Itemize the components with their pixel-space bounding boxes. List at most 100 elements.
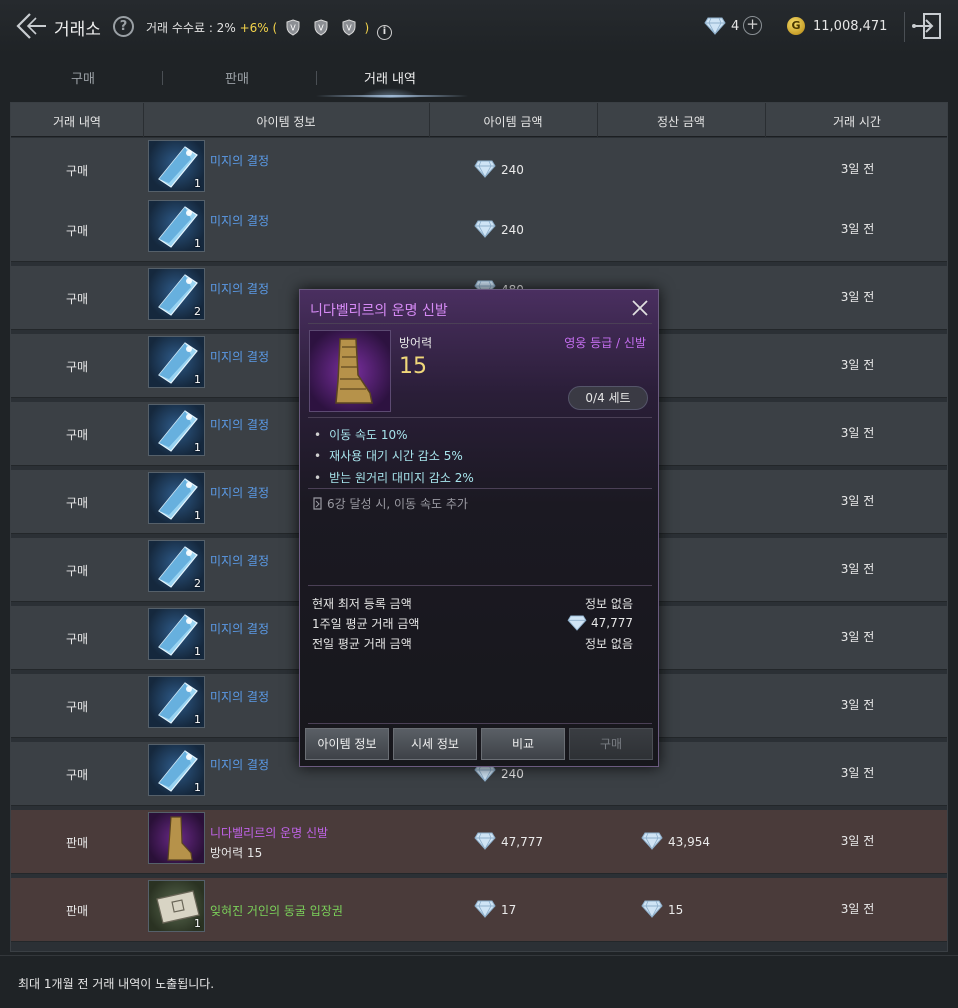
item-icon-box[interactable]: 1: [148, 744, 205, 796]
help-icon[interactable]: ?: [113, 16, 134, 37]
trade-type: 구매: [65, 632, 89, 646]
close-icon[interactable]: [630, 298, 650, 318]
exit-icon[interactable]: [912, 10, 946, 42]
table-row[interactable]: 판매 1 잊혀진 거인의 동굴 입장권 17 15 3일 전: [11, 878, 947, 942]
item-name[interactable]: 미지의 결정: [210, 212, 269, 229]
diamond-icon: [704, 17, 726, 35]
item-icon-box[interactable]: 1: [148, 200, 205, 252]
item-name[interactable]: 미지의 결정: [210, 620, 269, 637]
gold-coin-icon: G: [787, 17, 805, 35]
fee-info: 거래 수수료 : 2% +6% ( V V V ) i: [146, 19, 392, 40]
item-price: 240: [474, 160, 524, 178]
buy-button[interactable]: 구매: [569, 728, 653, 760]
trade-type: 구매: [65, 496, 89, 510]
table-header: 거래 내역 아이템 정보 아이템 금액 정산 금액 거래 시간: [11, 103, 947, 137]
gold-amount: 11,008,471: [813, 19, 888, 34]
tab-bar: 구매 판매 거래 내역: [0, 58, 958, 98]
item-name[interactable]: 미지의 결정: [210, 688, 269, 705]
fee-label: 거래 수수료 : 2%: [146, 21, 236, 35]
footer-note: 최대 1개월 전 거래 내역이 노출됩니다.: [18, 977, 215, 991]
plus-icon: +: [746, 15, 759, 33]
item-quantity: 1: [194, 237, 201, 250]
tab-buy[interactable]: 구매: [71, 68, 95, 87]
stat-value: 15: [399, 354, 427, 379]
boots-icon: [309, 330, 391, 412]
item-icon-box[interactable]: 1: [148, 336, 205, 388]
popup-title: 니다벨리르의 운명 신발: [310, 303, 448, 319]
item-icon-box[interactable]: [148, 812, 205, 864]
table-row[interactable]: 판매 니다벨리르의 운명 신발 방어력 15 47,777 43,954 3일 전: [11, 810, 947, 874]
svg-text:V: V: [318, 24, 324, 33]
table-row[interactable]: 구매 1 미지의 결정 240 3일 전: [11, 198, 947, 262]
item-quantity: 1: [194, 509, 201, 522]
trade-time: 3일 전: [840, 426, 875, 440]
item-name[interactable]: 미지의 결정: [210, 280, 269, 297]
market-value: 정보 없음: [585, 597, 633, 611]
item-quantity: 1: [194, 917, 201, 930]
diamond-icon: [641, 900, 663, 918]
diamond-icon: [474, 160, 496, 178]
item-icon-box[interactable]: 1: [148, 880, 205, 932]
fee-paren-open: (: [272, 21, 278, 35]
tab-divider: [316, 71, 317, 85]
add-gem-button[interactable]: +: [743, 16, 762, 35]
item-quantity: 1: [194, 441, 201, 454]
tab-history[interactable]: 거래 내역: [364, 68, 416, 87]
item-grade: 영웅 등급 / 신발: [564, 336, 646, 350]
back-arrow-icon[interactable]: [14, 10, 48, 42]
trade-type: 구매: [65, 224, 89, 238]
item-quantity: 1: [194, 373, 201, 386]
item-icon-box[interactable]: 1: [148, 404, 205, 456]
info-icon[interactable]: i: [377, 25, 392, 40]
item-icon-box[interactable]: 2: [148, 268, 205, 320]
item-name[interactable]: 미지의 결정: [210, 484, 269, 501]
trade-time: 3일 전: [840, 290, 875, 304]
item-icon-box[interactable]: 1: [148, 140, 205, 192]
price-info-button[interactable]: 시세 정보: [393, 728, 477, 760]
trade-time: 3일 전: [840, 766, 875, 780]
diamond-icon: [641, 832, 663, 850]
trade-type: 구매: [65, 700, 89, 714]
compare-button[interactable]: 비교: [481, 728, 565, 760]
trade-time: 3일 전: [840, 562, 875, 576]
item-icon-box[interactable]: 1: [148, 676, 205, 728]
item-price: 17: [474, 900, 516, 918]
item-icon-box[interactable]: 1: [148, 608, 205, 660]
trade-type: 구매: [65, 360, 89, 374]
top-bar: 거래소 ? 거래 수수료 : 2% +6% ( V V V ) i 4 + G …: [0, 0, 958, 54]
item-name[interactable]: 미지의 결정: [210, 552, 269, 569]
enhance-info: 6강 달성 시, 이동 속도 추가: [312, 495, 468, 512]
tab-sell[interactable]: 판매: [225, 68, 249, 87]
item-name[interactable]: 잊혀진 거인의 동굴 입장권: [210, 902, 343, 919]
header-price: 아이템 금액: [483, 115, 543, 129]
diamond-icon: [567, 615, 587, 631]
diamond-icon: [474, 832, 496, 850]
settle-amount: 15: [641, 900, 683, 918]
market-label: 전일 평균 거래 금액: [312, 637, 412, 651]
option-line: • 이동 속도 10%: [314, 428, 408, 442]
popup-divider: [308, 417, 652, 418]
item-name[interactable]: 미지의 결정: [210, 416, 269, 433]
trade-time: 3일 전: [840, 494, 875, 508]
item-stat: 방어력 15: [210, 846, 263, 860]
table-row[interactable]: 구매 1 미지의 결정 240 3일 전: [11, 138, 947, 202]
shield-v-icon: V: [286, 19, 300, 36]
trade-type: 구매: [65, 564, 89, 578]
item-name[interactable]: 미지의 결정: [210, 756, 269, 773]
item-quantity: 1: [194, 177, 201, 190]
gem-count: 4: [731, 19, 740, 34]
item-price: 47,777: [474, 832, 543, 850]
diamond-icon: [474, 900, 496, 918]
option-line: • 재사용 대기 시간 감소 5%: [314, 449, 463, 463]
trade-time: 3일 전: [840, 834, 875, 848]
item-icon-box[interactable]: 2: [148, 540, 205, 592]
item-name[interactable]: 니다벨리르의 운명 신발: [210, 824, 328, 841]
item-icon-box[interactable]: 1: [148, 472, 205, 524]
item-info-button[interactable]: 아이템 정보: [305, 728, 389, 760]
trade-time: 3일 전: [840, 358, 875, 372]
item-name[interactable]: 미지의 결정: [210, 348, 269, 365]
market-value: 정보 없음: [585, 637, 633, 651]
enhance-icon: [313, 497, 322, 510]
set-badge: 0/4 세트: [568, 386, 648, 410]
item-name[interactable]: 미지의 결정: [210, 152, 269, 169]
